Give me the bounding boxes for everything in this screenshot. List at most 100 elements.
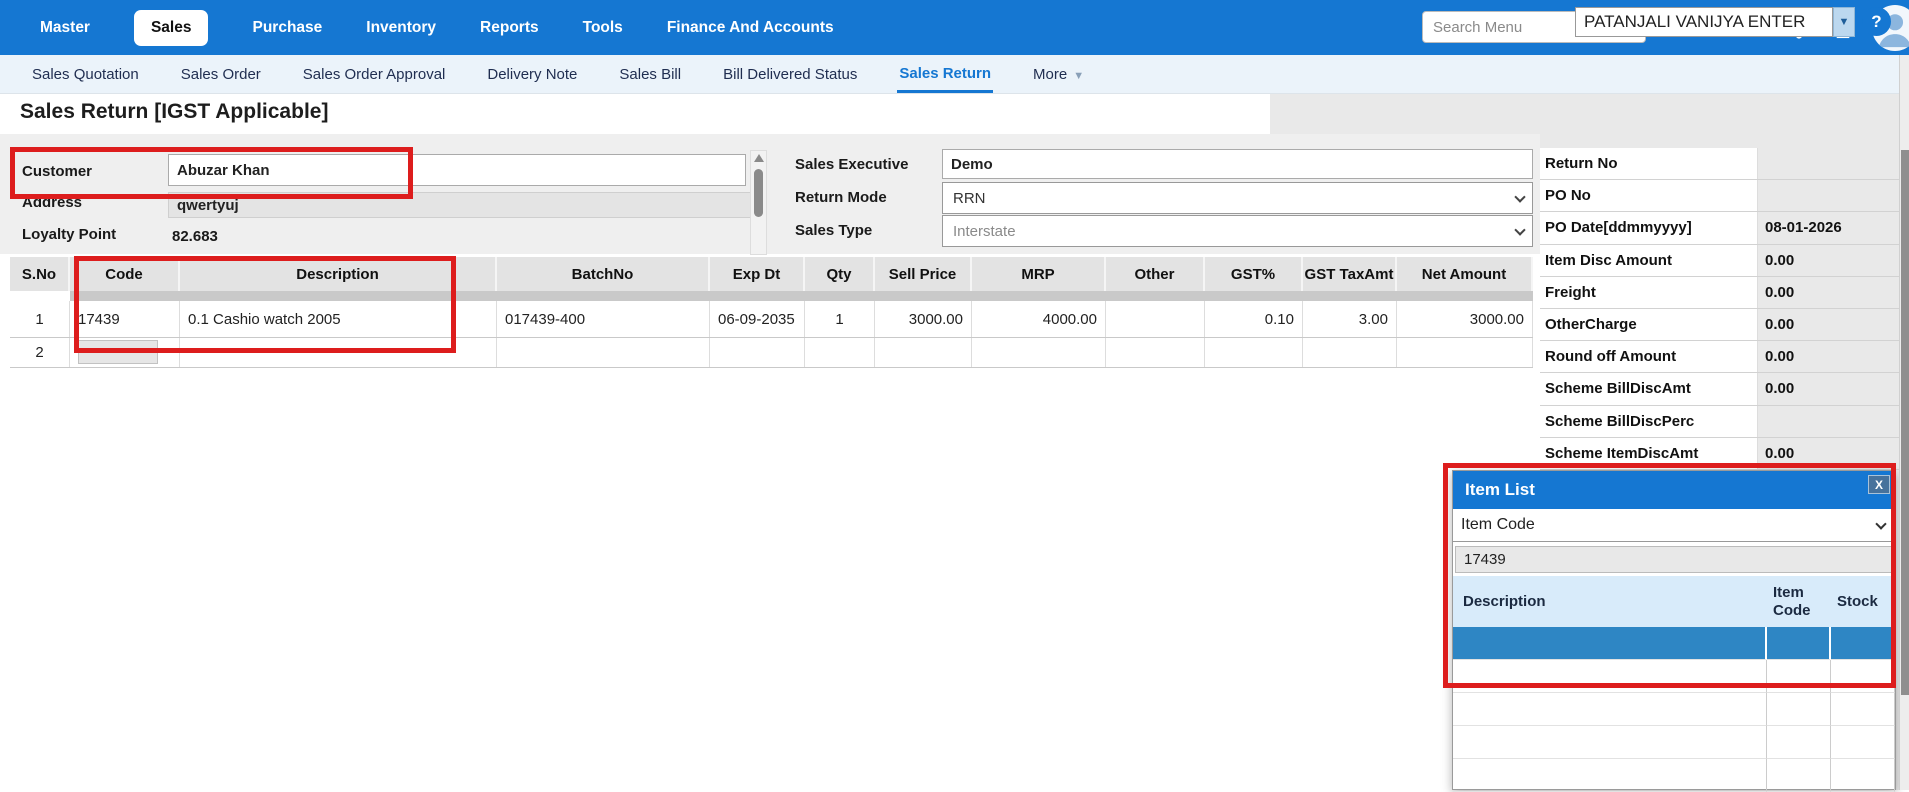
company-selector[interactable]: PATANJALI VANIJYA ENTER [1575,7,1833,37]
scrollbar-thumb[interactable] [1901,150,1909,695]
help-button[interactable]: ? [1862,7,1891,36]
item-list-row[interactable] [1453,693,1895,726]
return-mode-value: RRN [953,190,986,207]
cell-mrp[interactable] [972,338,1106,367]
tab-sales-return[interactable]: Sales Return [897,56,993,93]
menu-item-sales[interactable]: Sales [134,10,209,46]
cell-mrp[interactable]: 4000.00 [972,301,1106,337]
form-scrollbar[interactable] [750,150,767,255]
po-no-value[interactable] [1758,180,1899,211]
tab-sales-order-approval[interactable]: Sales Order Approval [301,57,448,91]
item-row-1[interactable]: 1 17439 0.1 Cashio watch 2005 017439-400… [10,301,1533,338]
tab-more[interactable]: More▼ [1031,57,1086,91]
loyalty-point-value: 82.683 [172,228,218,245]
cell-gst-pct[interactable]: 0.10 [1205,301,1303,337]
menu-item-reports[interactable]: Reports [480,19,539,37]
cell-description[interactable]: 0.1 Cashio watch 2005 [180,301,497,337]
customer-input[interactable]: Abuzar Khan [168,154,746,186]
po-no-label: PO No [1540,180,1758,211]
scroll-up-icon[interactable] [754,154,764,162]
cell-sell-price[interactable] [875,338,972,367]
item-list-popup-header: Item List X [1453,471,1895,509]
main-menu: Master Sales Purchase Inventory Reports … [0,10,834,46]
item-list-row[interactable] [1453,660,1895,693]
cell-code[interactable] [70,338,180,367]
scheme-billdiscamt-value[interactable]: 0.00 [1758,373,1899,404]
customer-label: Customer [22,163,92,180]
cell-gst-taxamt[interactable] [1303,338,1397,367]
cell-net-amount[interactable]: 3000.00 [1397,301,1533,337]
address-input[interactable]: qwertyuj [168,192,756,218]
return-mode-select[interactable]: RRN [942,182,1533,214]
summary-row-item-disc: Item Disc Amount 0.00 [1540,245,1899,277]
col-other: Other [1106,257,1205,291]
cell-other[interactable] [1106,338,1205,367]
cell-item-code [1767,693,1831,726]
company-selector-dropdown-icon[interactable]: ▼ [1833,7,1855,37]
menu-item-master[interactable]: Master [40,19,90,37]
item-search-by-select[interactable]: Item Code [1453,509,1895,542]
page-title: Sales Return [IGST Applicable] [20,100,328,124]
cell-description [1453,693,1767,726]
sales-executive-label: Sales Executive [795,156,908,173]
menu-item-inventory[interactable]: Inventory [366,19,436,37]
tab-sales-order[interactable]: Sales Order [179,57,263,91]
item-list-popup: Item List X Item Code 17439 Description … [1452,470,1896,790]
cell-net-amount[interactable] [1397,338,1533,367]
cell-qty[interactable]: 1 [805,301,875,337]
menu-item-finance-accounts[interactable]: Finance And Accounts [667,19,834,37]
menu-item-tools[interactable]: Tools [583,19,623,37]
cell-qty[interactable] [805,338,875,367]
scheme-itemdiscamt-value[interactable]: 0.00 [1758,438,1899,469]
cell-description[interactable] [180,338,497,367]
title-band: Sales Return [IGST Applicable] [0,94,1909,134]
code-entry-input[interactable] [78,340,158,364]
col-description: Description [1453,576,1767,627]
cell-code[interactable]: 17439 [70,301,180,337]
cell-batchno[interactable]: 017439-400 [497,301,710,337]
other-charge-value[interactable]: 0.00 [1758,309,1899,340]
sales-type-select[interactable]: Interstate [942,215,1533,247]
sales-type-value: Interstate [953,223,1016,240]
item-row-2[interactable]: 2 [10,338,1533,368]
item-disc-value[interactable]: 0.00 [1758,245,1899,276]
po-date-value[interactable]: 08-01-2026 [1758,212,1899,243]
item-list-header: Description Item Code Stock [1453,576,1895,627]
tab-sales-bill[interactable]: Sales Bill [617,57,683,91]
col-gst-pct: GST% [1205,257,1303,291]
cell-stock [1831,693,1895,726]
scheme-billdiscperc-label: Scheme BillDiscPerc [1540,406,1758,437]
item-list-row-selected[interactable] [1453,627,1895,660]
cell-other[interactable] [1106,301,1205,337]
scheme-billdiscperc-value[interactable] [1758,406,1899,437]
tab-sales-quotation[interactable]: Sales Quotation [30,57,141,91]
items-grid: S.No Code Description BatchNo Exp Dt Qty… [10,257,1533,368]
item-list-row[interactable] [1453,759,1895,792]
cell-batchno[interactable] [497,338,710,367]
item-code-search-input[interactable]: 17439 [1455,546,1893,573]
col-exp-dt: Exp Dt [710,257,805,291]
items-grid-header: S.No Code Description BatchNo Exp Dt Qty… [10,257,1533,291]
item-list-row[interactable] [1453,726,1895,759]
round-off-value[interactable]: 0.00 [1758,341,1899,372]
col-net-amount: Net Amount [1397,257,1533,291]
freight-value[interactable]: 0.00 [1758,277,1899,308]
cell-gst-pct[interactable] [1205,338,1303,367]
close-icon[interactable]: X [1868,475,1890,494]
cell-exp-dt[interactable] [710,338,805,367]
return-no-value[interactable] [1758,148,1899,179]
summary-row-round-off: Round off Amount 0.00 [1540,341,1899,373]
tab-delivery-note[interactable]: Delivery Note [485,57,579,91]
scrollbar-thumb[interactable] [754,169,763,217]
cell-sno: 1 [10,301,70,337]
page-scrollbar[interactable] [1899,55,1909,790]
item-disc-label: Item Disc Amount [1540,245,1758,276]
cell-sell-price[interactable]: 3000.00 [875,301,972,337]
tab-bill-delivered-status[interactable]: Bill Delivered Status [721,57,859,91]
menu-item-purchase[interactable]: Purchase [252,19,322,37]
cell-gst-taxamt[interactable]: 3.00 [1303,301,1397,337]
cell-item-code [1767,627,1831,660]
cell-exp-dt[interactable]: 06-09-2035 [710,301,805,337]
chevron-down-icon [1514,191,1525,202]
sales-executive-input[interactable]: Demo [942,149,1533,179]
